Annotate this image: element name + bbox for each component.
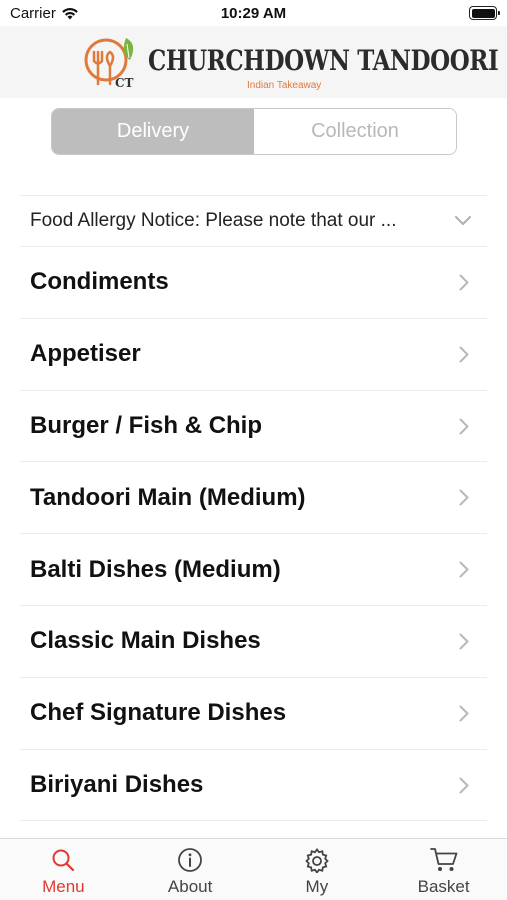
- category-row-chef-signature-dishes[interactable]: Chef Signature Dishes: [20, 678, 487, 750]
- tab-label: About: [167, 877, 213, 896]
- tab-menu[interactable]: Menu: [0, 839, 127, 900]
- gear-icon: [305, 847, 329, 873]
- category-row-biriyani-dishes[interactable]: Biriyani Dishes: [20, 750, 487, 822]
- category-label: Classic Main Dishes: [30, 627, 261, 655]
- category-label: Tandoori Main (Medium): [30, 483, 306, 511]
- restaurant-logo: CT: [84, 38, 134, 90]
- category-row-appetiser[interactable]: Appetiser: [20, 319, 487, 391]
- category-label: Appetiser: [30, 340, 141, 368]
- chevron-right-icon: [459, 705, 469, 722]
- status-time: 10:29 AM: [220, 5, 287, 22]
- order-mode-segmented-control: Delivery Collection: [51, 108, 457, 155]
- category-label: Biriyani Dishes: [30, 770, 204, 798]
- chevron-right-icon: [459, 418, 469, 435]
- battery-icon: [469, 6, 500, 20]
- category-row-condiments[interactable]: Condiments: [20, 247, 487, 319]
- allergy-notice-row[interactable]: Food Allergy Notice: Please note that ou…: [20, 195, 487, 247]
- category-row-balti-dishes[interactable]: Balti Dishes (Medium): [20, 534, 487, 606]
- category-row-tandoori-main[interactable]: Tandoori Main (Medium): [20, 462, 487, 535]
- tab-basket[interactable]: Basket: [380, 839, 507, 900]
- collection-segment[interactable]: Collection: [254, 109, 456, 154]
- category-row-burger-fish-chip[interactable]: Burger / Fish & Chip: [20, 391, 487, 463]
- category-label: Chef Signature Dishes: [30, 699, 287, 727]
- tab-about[interactable]: About: [127, 839, 254, 900]
- delivery-segment[interactable]: Delivery: [52, 109, 254, 154]
- category-label: Condiments: [30, 268, 169, 296]
- search-icon: [52, 849, 75, 872]
- tab-label: Basket: [417, 877, 470, 896]
- cart-icon: [429, 848, 458, 871]
- chevron-down-icon: [455, 216, 471, 225]
- info-icon: [178, 848, 203, 872]
- status-bar: Carrier 10:29 AM: [0, 0, 507, 28]
- category-row-classic-main-dishes[interactable]: Classic Main Dishes: [20, 606, 487, 678]
- chevron-right-icon: [459, 633, 469, 650]
- chevron-right-icon: [459, 561, 469, 578]
- bottom-tab-bar: Menu About My Basket: [0, 838, 507, 900]
- brand-subtitle: Indian Takeaway: [247, 80, 322, 91]
- chevron-right-icon: [459, 274, 469, 291]
- menu-category-list: Condiments Appetiser Burger / Fish & Chi…: [20, 247, 487, 822]
- logo-initials: CT: [115, 76, 134, 90]
- chevron-right-icon: [459, 777, 469, 794]
- tab-label: Menu: [42, 877, 85, 896]
- brand-name: CHURCHDOWN TANDOORI: [148, 44, 499, 77]
- chevron-right-icon: [459, 346, 469, 363]
- allergy-notice-text: Food Allergy Notice: Please note that ou…: [30, 210, 397, 231]
- tab-label: My: [305, 877, 329, 896]
- app-header: CT CHURCHDOWN TANDOORI Indian Takeaway: [0, 26, 507, 98]
- category-label: Balti Dishes (Medium): [30, 555, 281, 583]
- chevron-right-icon: [459, 489, 469, 506]
- tab-my[interactable]: My: [254, 839, 381, 900]
- category-label: Burger / Fish & Chip: [30, 411, 263, 439]
